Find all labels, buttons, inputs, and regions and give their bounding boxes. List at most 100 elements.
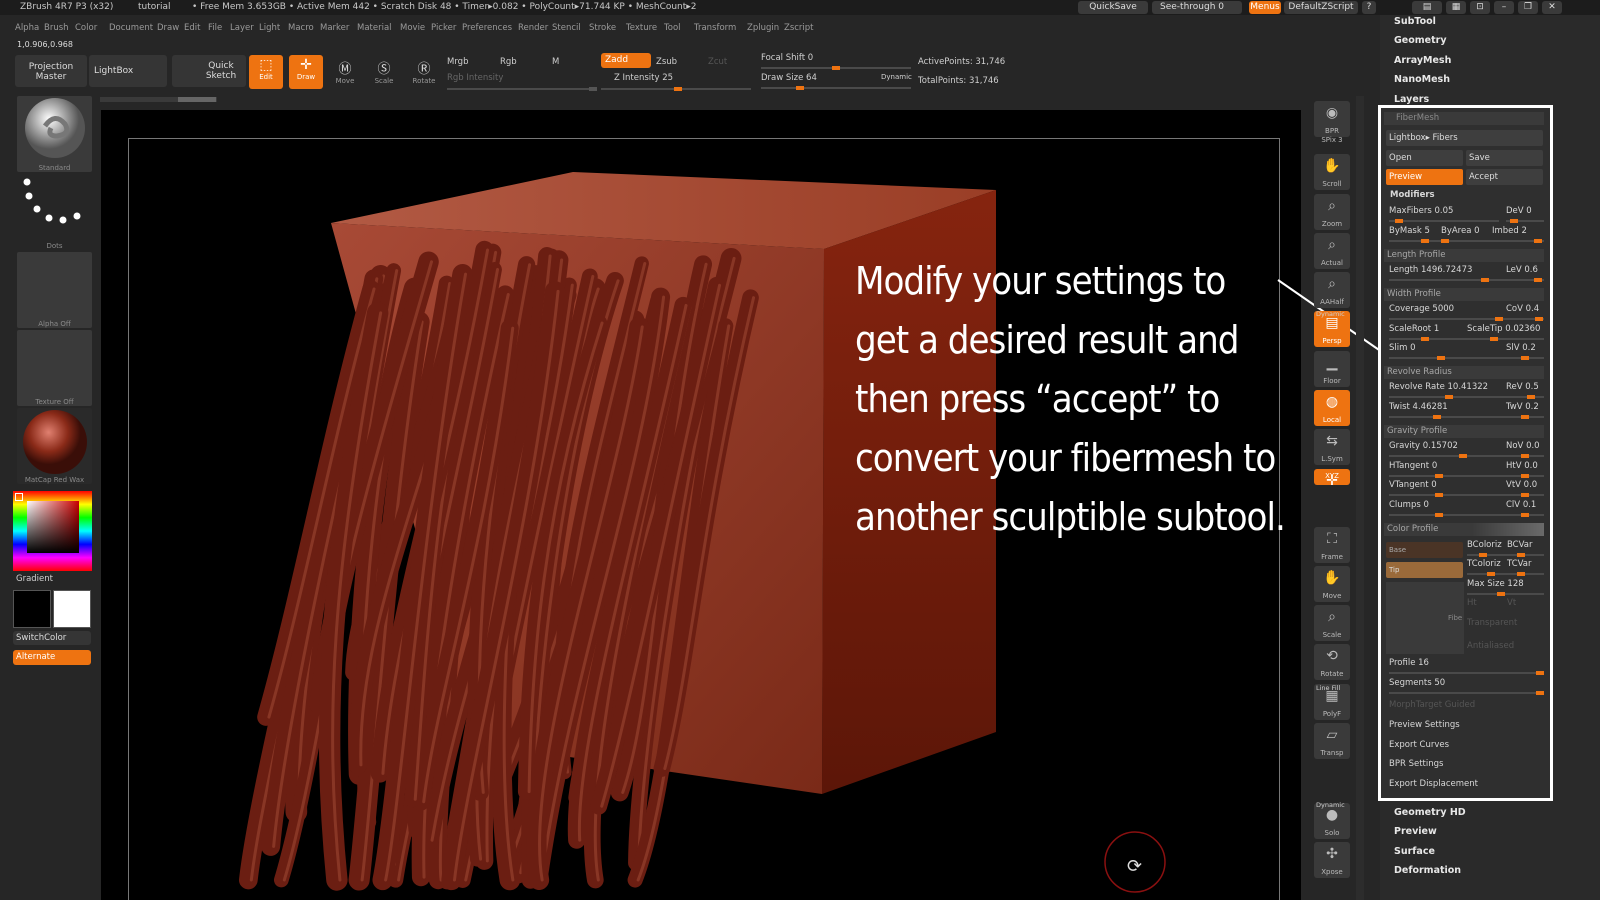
export-displacement-menu[interactable]: Export Displacement (1389, 779, 1478, 789)
spix-slider[interactable]: SPix 3 (1314, 133, 1350, 147)
alpha-thumbnail[interactable]: Alpha Off (17, 252, 92, 328)
menu-stroke[interactable]: Stroke (589, 23, 616, 33)
zoom-button[interactable]: ⌕ Zoom (1314, 194, 1350, 230)
menu-texture[interactable]: Texture (626, 23, 657, 33)
scaleroot-slider[interactable]: ScaleRoot 1 (1389, 324, 1439, 334)
menu-stencil[interactable]: Stencil (552, 23, 581, 33)
scale-view-button[interactable]: ⌕ Scale (1314, 605, 1350, 641)
slv-slider[interactable]: SlV 0.2 (1506, 343, 1536, 353)
edit-button[interactable]: ⬚ Edit (249, 55, 283, 89)
stroke-thumbnail[interactable]: Dots (17, 174, 92, 250)
bpr-button[interactable]: ◉ BPR (1314, 101, 1350, 137)
rotate-button[interactable]: Ⓡ Rotate (407, 55, 441, 89)
local-button[interactable]: ◍ Local (1314, 390, 1350, 426)
menu-color[interactable]: Color (75, 23, 97, 33)
quicksave-button[interactable]: QuickSave (1078, 1, 1148, 14)
htangent-slider[interactable]: HTangent 0 (1389, 461, 1437, 471)
rgb-toggle[interactable]: Rgb (500, 57, 517, 67)
menu-brush[interactable]: Brush (44, 23, 69, 33)
preview-menu[interactable]: Preview (1394, 826, 1437, 837)
menu-macro[interactable]: Macro (288, 23, 314, 33)
menu-marker[interactable]: Marker (320, 23, 349, 33)
arraymesh-menu[interactable]: ArrayMesh (1394, 55, 1451, 66)
menu-preferences[interactable]: Preferences (462, 23, 512, 33)
menu-edit[interactable]: Edit (184, 23, 200, 33)
menu-layer[interactable]: Layer (230, 23, 254, 33)
vtangent-slider[interactable]: VTangent 0 (1389, 480, 1437, 490)
twv-slider[interactable]: TwV 0.2 (1506, 402, 1539, 412)
quick-sketch-button[interactable]: Quick Sketch (172, 55, 246, 87)
minimize-icon[interactable]: – (1494, 1, 1514, 14)
menu-render[interactable]: Render (518, 23, 548, 33)
morphtarget-guided-toggle[interactable]: MorphTarget Guided (1389, 700, 1475, 710)
geometry-menu[interactable]: Geometry (1394, 35, 1447, 46)
menu-zplugin[interactable]: Zplugin (747, 23, 779, 33)
transp-button[interactable]: ▱ Transp (1314, 723, 1350, 759)
ht-slider[interactable]: Ht (1467, 598, 1477, 608)
see-through-slider[interactable]: See-through 0 (1152, 1, 1242, 14)
menu-material[interactable]: Material (357, 23, 392, 33)
xyz-button[interactable]: ✛ XYZ (1314, 469, 1350, 489)
move-button[interactable]: Ⓜ Move (328, 55, 362, 89)
bcvar-slider[interactable]: BCVar (1507, 540, 1532, 550)
imbed-slider[interactable]: Imbed 2 (1492, 226, 1527, 236)
ui-icon[interactable]: ▦ (1446, 1, 1466, 14)
menu-movie[interactable]: Movie (400, 23, 425, 33)
xpose-button[interactable]: ✣ Xpose (1314, 842, 1350, 878)
byarea-slider[interactable]: ByArea 0 (1441, 226, 1480, 236)
export-curves-menu[interactable]: Export Curves (1389, 740, 1449, 750)
bymask-slider[interactable]: ByMask 5 (1389, 226, 1430, 236)
switchcolor-button[interactable]: SwitchColor (13, 631, 91, 645)
menu-tool[interactable]: Tool (664, 23, 681, 33)
base-color-swatch[interactable]: Base (1386, 542, 1463, 558)
dev-slider[interactable]: DeV 0 (1506, 206, 1532, 216)
fiber-save-button[interactable]: Save (1466, 150, 1543, 166)
material-thumbnail[interactable]: MatCap Red Wax (17, 408, 92, 484)
color-profile-header[interactable]: Color Profile (1384, 523, 1544, 536)
fiber-accept-button[interactable]: Accept (1466, 169, 1543, 185)
help-icon[interactable]: ? (1362, 1, 1376, 14)
horizontal-scroll-thumb[interactable] (178, 97, 216, 102)
revolve-rate-slider[interactable]: Revolve Rate 10.41322 (1389, 382, 1488, 392)
slim-slider[interactable]: Slim 0 (1389, 343, 1416, 353)
texture-thumbnail[interactable]: Texture Off (17, 330, 92, 406)
rev-slider[interactable]: ReV 0.5 (1506, 382, 1539, 392)
scaletip-slider[interactable]: ScaleTip 0.02360 (1467, 324, 1540, 334)
rotate-view-button[interactable]: ⟲ Rotate (1314, 644, 1350, 680)
menu-alpha[interactable]: Alpha (15, 23, 39, 33)
secondary-color-swatch[interactable] (53, 590, 91, 628)
segments-slider[interactable]: Segments 50 (1389, 678, 1445, 688)
modifiers-header[interactable]: Modifiers (1390, 190, 1435, 200)
maxfibers-slider[interactable]: MaxFibers 0.05 (1389, 206, 1453, 216)
layers-menu[interactable]: Layers (1394, 94, 1429, 105)
transparent-toggle[interactable]: Transparent (1467, 618, 1517, 628)
menu-light[interactable]: Light (259, 23, 280, 33)
zsub-toggle[interactable]: Zsub (656, 57, 677, 67)
menu-transform[interactable]: Transform (694, 23, 736, 33)
tip-color-swatch[interactable]: Tip (1386, 562, 1463, 578)
brush-thumbnail[interactable]: Standard (17, 96, 92, 172)
default-zscript-button[interactable]: DefaultZScript (1284, 1, 1358, 14)
layout-icon[interactable]: ▤ (1412, 1, 1442, 14)
length-slider[interactable]: Length 1496.72473 (1389, 265, 1472, 275)
actual-button[interactable]: ⌕ Actual (1314, 233, 1350, 269)
main-color-swatch[interactable] (13, 590, 51, 628)
geometry-hd-menu[interactable]: Geometry HD (1394, 807, 1466, 818)
tcvar-slider[interactable]: TCVar (1507, 559, 1532, 569)
dynamic-toggle[interactable]: Dynamic (881, 73, 912, 81)
nanomesh-menu[interactable]: NanoMesh (1394, 74, 1450, 85)
horizontal-scroll-track[interactable] (100, 97, 217, 102)
coverage-slider[interactable]: Coverage 5000 (1389, 304, 1454, 314)
htv-slider[interactable]: HtV 0.0 (1506, 461, 1538, 471)
lev-slider[interactable]: LeV 0.6 (1506, 265, 1538, 275)
vt-slider[interactable]: Vt (1507, 598, 1516, 608)
gravity-profile-header[interactable]: Gravity Profile (1384, 425, 1544, 438)
menu-document[interactable]: Document (109, 23, 153, 33)
deformation-menu[interactable]: Deformation (1394, 865, 1461, 876)
clv-slider[interactable]: ClV 0.1 (1506, 500, 1536, 510)
subtool-menu[interactable]: SubTool (1394, 16, 1436, 27)
mrgb-toggle[interactable]: Mrgb (447, 57, 468, 67)
menus-button[interactable]: Menus (1249, 1, 1281, 14)
profile-slider[interactable]: Profile 16 (1389, 658, 1429, 668)
preview-settings-menu[interactable]: Preview Settings (1389, 720, 1460, 730)
